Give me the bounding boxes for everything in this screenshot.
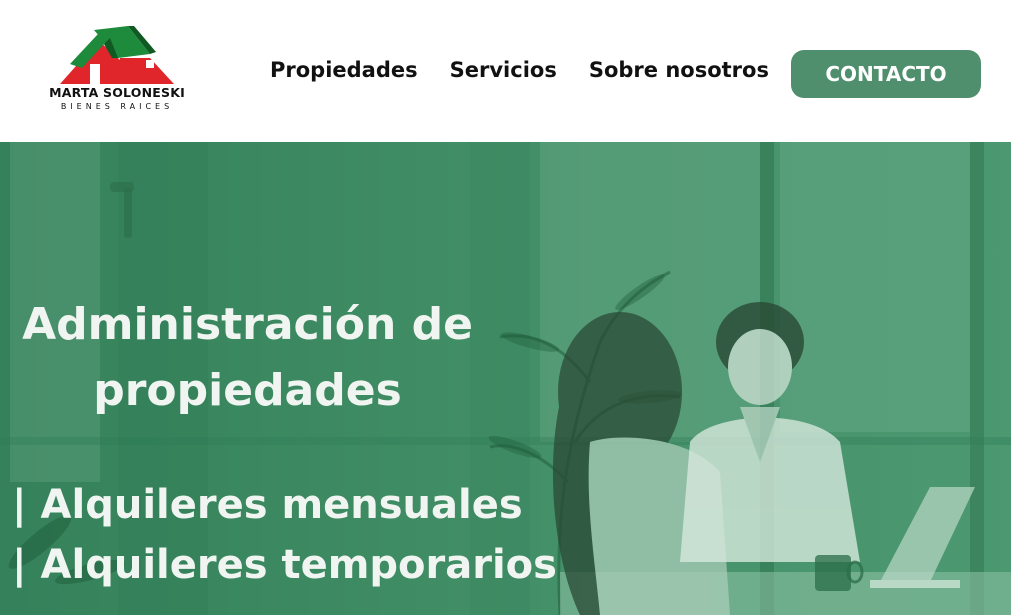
main-nav: Propiedades Servicios Sobre nosotros [270, 58, 769, 82]
logo-subtitle: BIENES RAICES [60, 102, 174, 111]
hero-title-line-1: Administración de [22, 299, 473, 350]
logo[interactable]: MARTA SOLONESKI BIENES RAICES [46, 24, 188, 116]
nav-propiedades[interactable]: Propiedades [270, 58, 418, 82]
logo-name: MARTA SOLONESKI [49, 85, 185, 100]
hero-title: Administración de propiedades [0, 292, 495, 424]
nav-sobre-nosotros[interactable]: Sobre nosotros [589, 58, 769, 82]
site-header: MARTA SOLONESKI BIENES RAICES Propiedade… [0, 0, 1011, 142]
service-temporary-rentals: | Alquileres temporarios [12, 542, 557, 588]
service-monthly-rentals: | Alquileres mensuales [12, 482, 523, 528]
hero-section: Administración de propiedades | Alquiler… [0, 142, 1011, 615]
contact-button[interactable]: CONTACTO [791, 50, 981, 98]
hero-title-line-2: propiedades [93, 365, 402, 416]
nav-servicios[interactable]: Servicios [450, 58, 557, 82]
house-logo-icon [60, 26, 174, 84]
